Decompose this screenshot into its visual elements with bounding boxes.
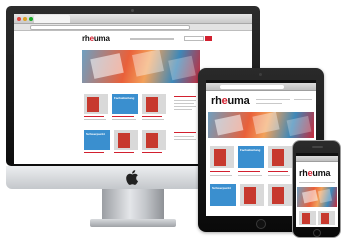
hero-journal-cover [252,112,280,135]
hero-journal-cover [286,115,312,137]
hero-banner-image[interactable] [297,187,337,207]
sidebar-text [174,136,194,137]
tile-text [142,119,164,120]
close-window-button[interactable] [17,17,21,21]
sidebar-text [174,100,196,101]
tile-caption [84,152,104,153]
journal-cover-thumbnail [302,213,310,224]
tile-text [112,119,136,120]
sidebar-heading [174,96,196,97]
hero-banner-image[interactable] [82,50,200,83]
address-bar[interactable] [30,25,190,30]
sidebar-text [174,139,196,140]
speaker-grille [312,146,323,148]
top-navigation[interactable] [130,38,174,40]
hero-journal-cover [302,189,318,204]
apple-logo-icon [126,170,138,185]
tile-text [268,175,290,176]
tile-label: Schwerpunkt [86,132,105,136]
browser-toolbar [14,24,252,31]
sidebar-text [174,103,194,104]
journal-cover-thumbnail [272,187,284,204]
home-button[interactable] [313,229,321,237]
camera-icon [131,9,134,12]
tile-caption [114,152,134,153]
imac-stand [102,189,164,221]
hero-journal-cover [168,55,196,81]
search-input[interactable] [294,99,312,100]
hero-journal-cover [90,53,124,79]
tile-caption [142,152,162,153]
site-logo[interactable]: rheuma [211,95,250,107]
zoom-window-button[interactable] [29,17,33,21]
tile-label: Fachabteilung [114,96,135,100]
camera-icon [259,73,262,76]
journal-cover-thumbnail [146,133,158,148]
browser-tab[interactable] [34,15,70,23]
hero-banner-image[interactable] [208,112,314,138]
search-input[interactable] [184,36,204,41]
tile-text [210,175,232,176]
journal-cover-thumbnail [118,133,130,148]
sidebar-heading [174,132,196,133]
tile-label: Schwerpunkt [212,186,231,190]
imac-foot [90,219,176,227]
browser-titlebar [14,14,252,24]
minimize-window-button[interactable] [23,17,27,21]
hero-journal-cover [317,188,333,204]
top-navigation[interactable] [256,99,290,100]
journal-cover-thumbnail [146,97,158,112]
hero-journal-cover [214,114,244,136]
content-tile[interactable]: Schwerpunkt [210,184,236,206]
site-logo[interactable]: rheuma [82,34,110,43]
hero-journal-cover [132,50,164,77]
tile-text [84,119,106,120]
tile-caption [84,116,104,117]
content-tile[interactable]: Fachabteilung [112,94,138,114]
browser-toolbar [206,83,316,91]
tile-caption [210,171,230,172]
tile-caption [268,171,288,172]
top-navigation[interactable] [299,182,335,183]
content-tile[interactable]: Fachabteilung [238,146,264,168]
browser-toolbar [296,156,338,162]
tile-caption [112,116,134,117]
sidebar-text [174,106,196,107]
search-button[interactable] [205,36,212,41]
journal-cover-thumbnail [272,149,284,166]
tile-text [238,175,262,176]
tile-caption [238,171,260,172]
journal-cover-thumbnail [244,187,256,204]
tile-caption [142,116,162,117]
window-controls [17,17,33,21]
tile-label: Fachabteilung [240,148,261,152]
iphone-device: rheuma [292,140,341,238]
home-button[interactable] [256,219,266,229]
device-showcase: rheuma Fachabteilung Schwerpunkt rheuma … [0,0,342,240]
journal-cover-thumbnail [87,97,99,112]
iphone-screen: rheuma [296,153,338,227]
content-tile[interactable]: Schwerpunkt [84,130,110,150]
journal-cover-thumbnail [214,149,226,166]
address-bar[interactable] [220,85,284,89]
site-logo[interactable]: rheuma [299,168,331,178]
site-header: rheuma [14,31,252,47]
top-navigation[interactable] [256,103,282,104]
journal-cover-thumbnail [321,213,329,224]
sidebar-text [174,109,192,110]
